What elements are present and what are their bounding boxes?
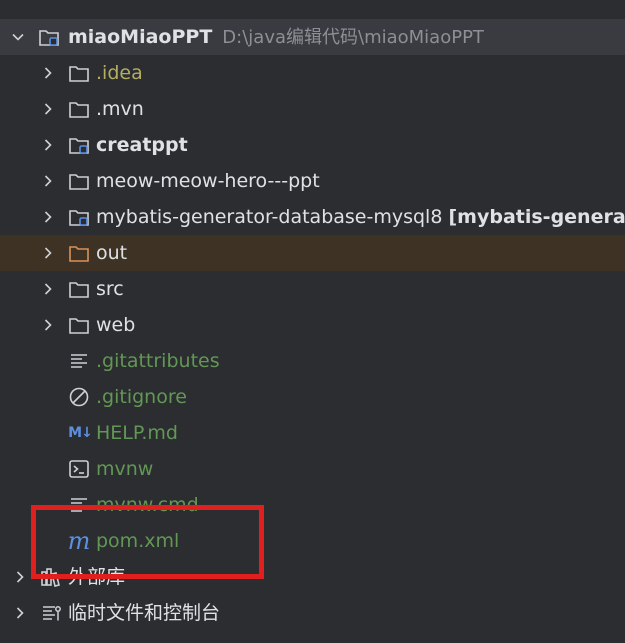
excluded-folder-icon <box>68 242 90 264</box>
tree-item-label: src <box>96 278 124 300</box>
tree-item-label: mvnw.cmd <box>96 494 199 516</box>
tree-item-label: 外部库 <box>68 566 126 588</box>
tree-item-label: meow-meow-hero---ppt <box>96 170 320 192</box>
chevron-right-icon[interactable] <box>40 317 56 333</box>
chevron-right-icon[interactable] <box>12 569 28 585</box>
tree-item-label: .gitignore <box>96 386 187 408</box>
project-tree: miaoMiaoPPT D:\java编辑代码\miaoMiaoPPT .idea… <box>0 0 625 643</box>
root-project-name: miaoMiaoPPT <box>68 25 213 48</box>
tree-item-label: pom.xml <box>96 530 180 552</box>
tree-item-label: HELP.md <box>96 422 178 444</box>
scratches-icon <box>40 602 62 624</box>
tree-row-creatppt[interactable]: creatppt <box>0 127 625 163</box>
markdown-file-icon: M↓ <box>68 425 93 441</box>
folder-icon <box>68 170 90 192</box>
tree-item-label: .mvn <box>96 98 144 120</box>
chevron-right-icon[interactable] <box>40 101 56 117</box>
module-folder-icon <box>38 26 60 48</box>
tree-row-root[interactable]: miaoMiaoPPT D:\java编辑代码\miaoMiaoPPT <box>0 19 625 55</box>
tree-row-mvn[interactable]: .mvn <box>0 91 625 127</box>
folder-icon <box>68 62 90 84</box>
chevron-down-icon[interactable] <box>10 29 26 45</box>
tree-row-src[interactable]: src <box>0 271 625 307</box>
module-name: mybatis-generator-database-mysql8 <box>96 206 443 228</box>
ignore-file-icon <box>68 386 90 408</box>
chevron-right-icon[interactable] <box>40 209 56 225</box>
tree-item-label: 临时文件和控制台 <box>68 602 221 624</box>
tree-row-gitattributes[interactable]: .gitattributes <box>0 343 625 379</box>
tree-row-web[interactable]: web <box>0 307 625 343</box>
maven-file-icon: m <box>67 527 91 555</box>
root-project-path: D:\java编辑代码\miaoMiaoPPT <box>222 26 484 48</box>
tree-row-out[interactable]: out <box>0 235 625 271</box>
chevron-right-icon[interactable] <box>40 137 56 153</box>
tree-row-idea[interactable]: .idea <box>0 55 625 91</box>
folder-icon <box>68 98 90 120</box>
tree-row-mybatis-generator[interactable]: mybatis-generator-database-mysql8 [mybat… <box>0 199 625 235</box>
root-project-label: miaoMiaoPPT D:\java编辑代码\miaoMiaoPPT <box>68 19 484 55</box>
tree-item-label: .idea <box>96 62 143 84</box>
tree-row-gitignore[interactable]: .gitignore <box>0 379 625 415</box>
chevron-right-icon[interactable] <box>12 605 28 621</box>
tree-row-meow-meow-hero[interactable]: meow-meow-hero---ppt <box>0 163 625 199</box>
folder-icon <box>68 278 90 300</box>
terminal-file-icon <box>68 458 90 480</box>
tree-item-label: creatppt <box>96 134 188 156</box>
chevron-right-icon[interactable] <box>40 173 56 189</box>
tree-row-mvnw[interactable]: mvnw <box>0 451 625 487</box>
chevron-right-icon[interactable] <box>40 245 56 261</box>
library-icon <box>40 566 62 588</box>
tree-row-mvnw-cmd[interactable]: mvnw.cmd <box>0 487 625 523</box>
module-folder-icon <box>68 206 90 228</box>
text-file-icon <box>68 494 90 516</box>
tree-row-external-libraries[interactable]: 外部库 <box>0 559 625 595</box>
tree-row-scratches-consoles[interactable]: 临时文件和控制台 <box>0 595 625 631</box>
chevron-right-icon[interactable] <box>40 281 56 297</box>
tree-item-label: .gitattributes <box>96 350 220 372</box>
tree-item-label: web <box>96 314 136 336</box>
tree-row-pom-xml[interactable]: m pom.xml <box>0 523 625 559</box>
tree-item-label: out <box>96 242 128 264</box>
tree-item-label: mvnw <box>96 458 154 480</box>
tree-item-label: mybatis-generator-database-mysql8 [mybat… <box>96 199 625 235</box>
folder-icon <box>68 314 90 336</box>
text-file-icon <box>68 350 90 372</box>
tree-row-help-md[interactable]: M↓ HELP.md <box>0 415 625 451</box>
module-artifact-suffix: [mybatis-generato <box>448 206 625 228</box>
module-folder-icon <box>68 134 90 156</box>
chevron-right-icon[interactable] <box>40 65 56 81</box>
